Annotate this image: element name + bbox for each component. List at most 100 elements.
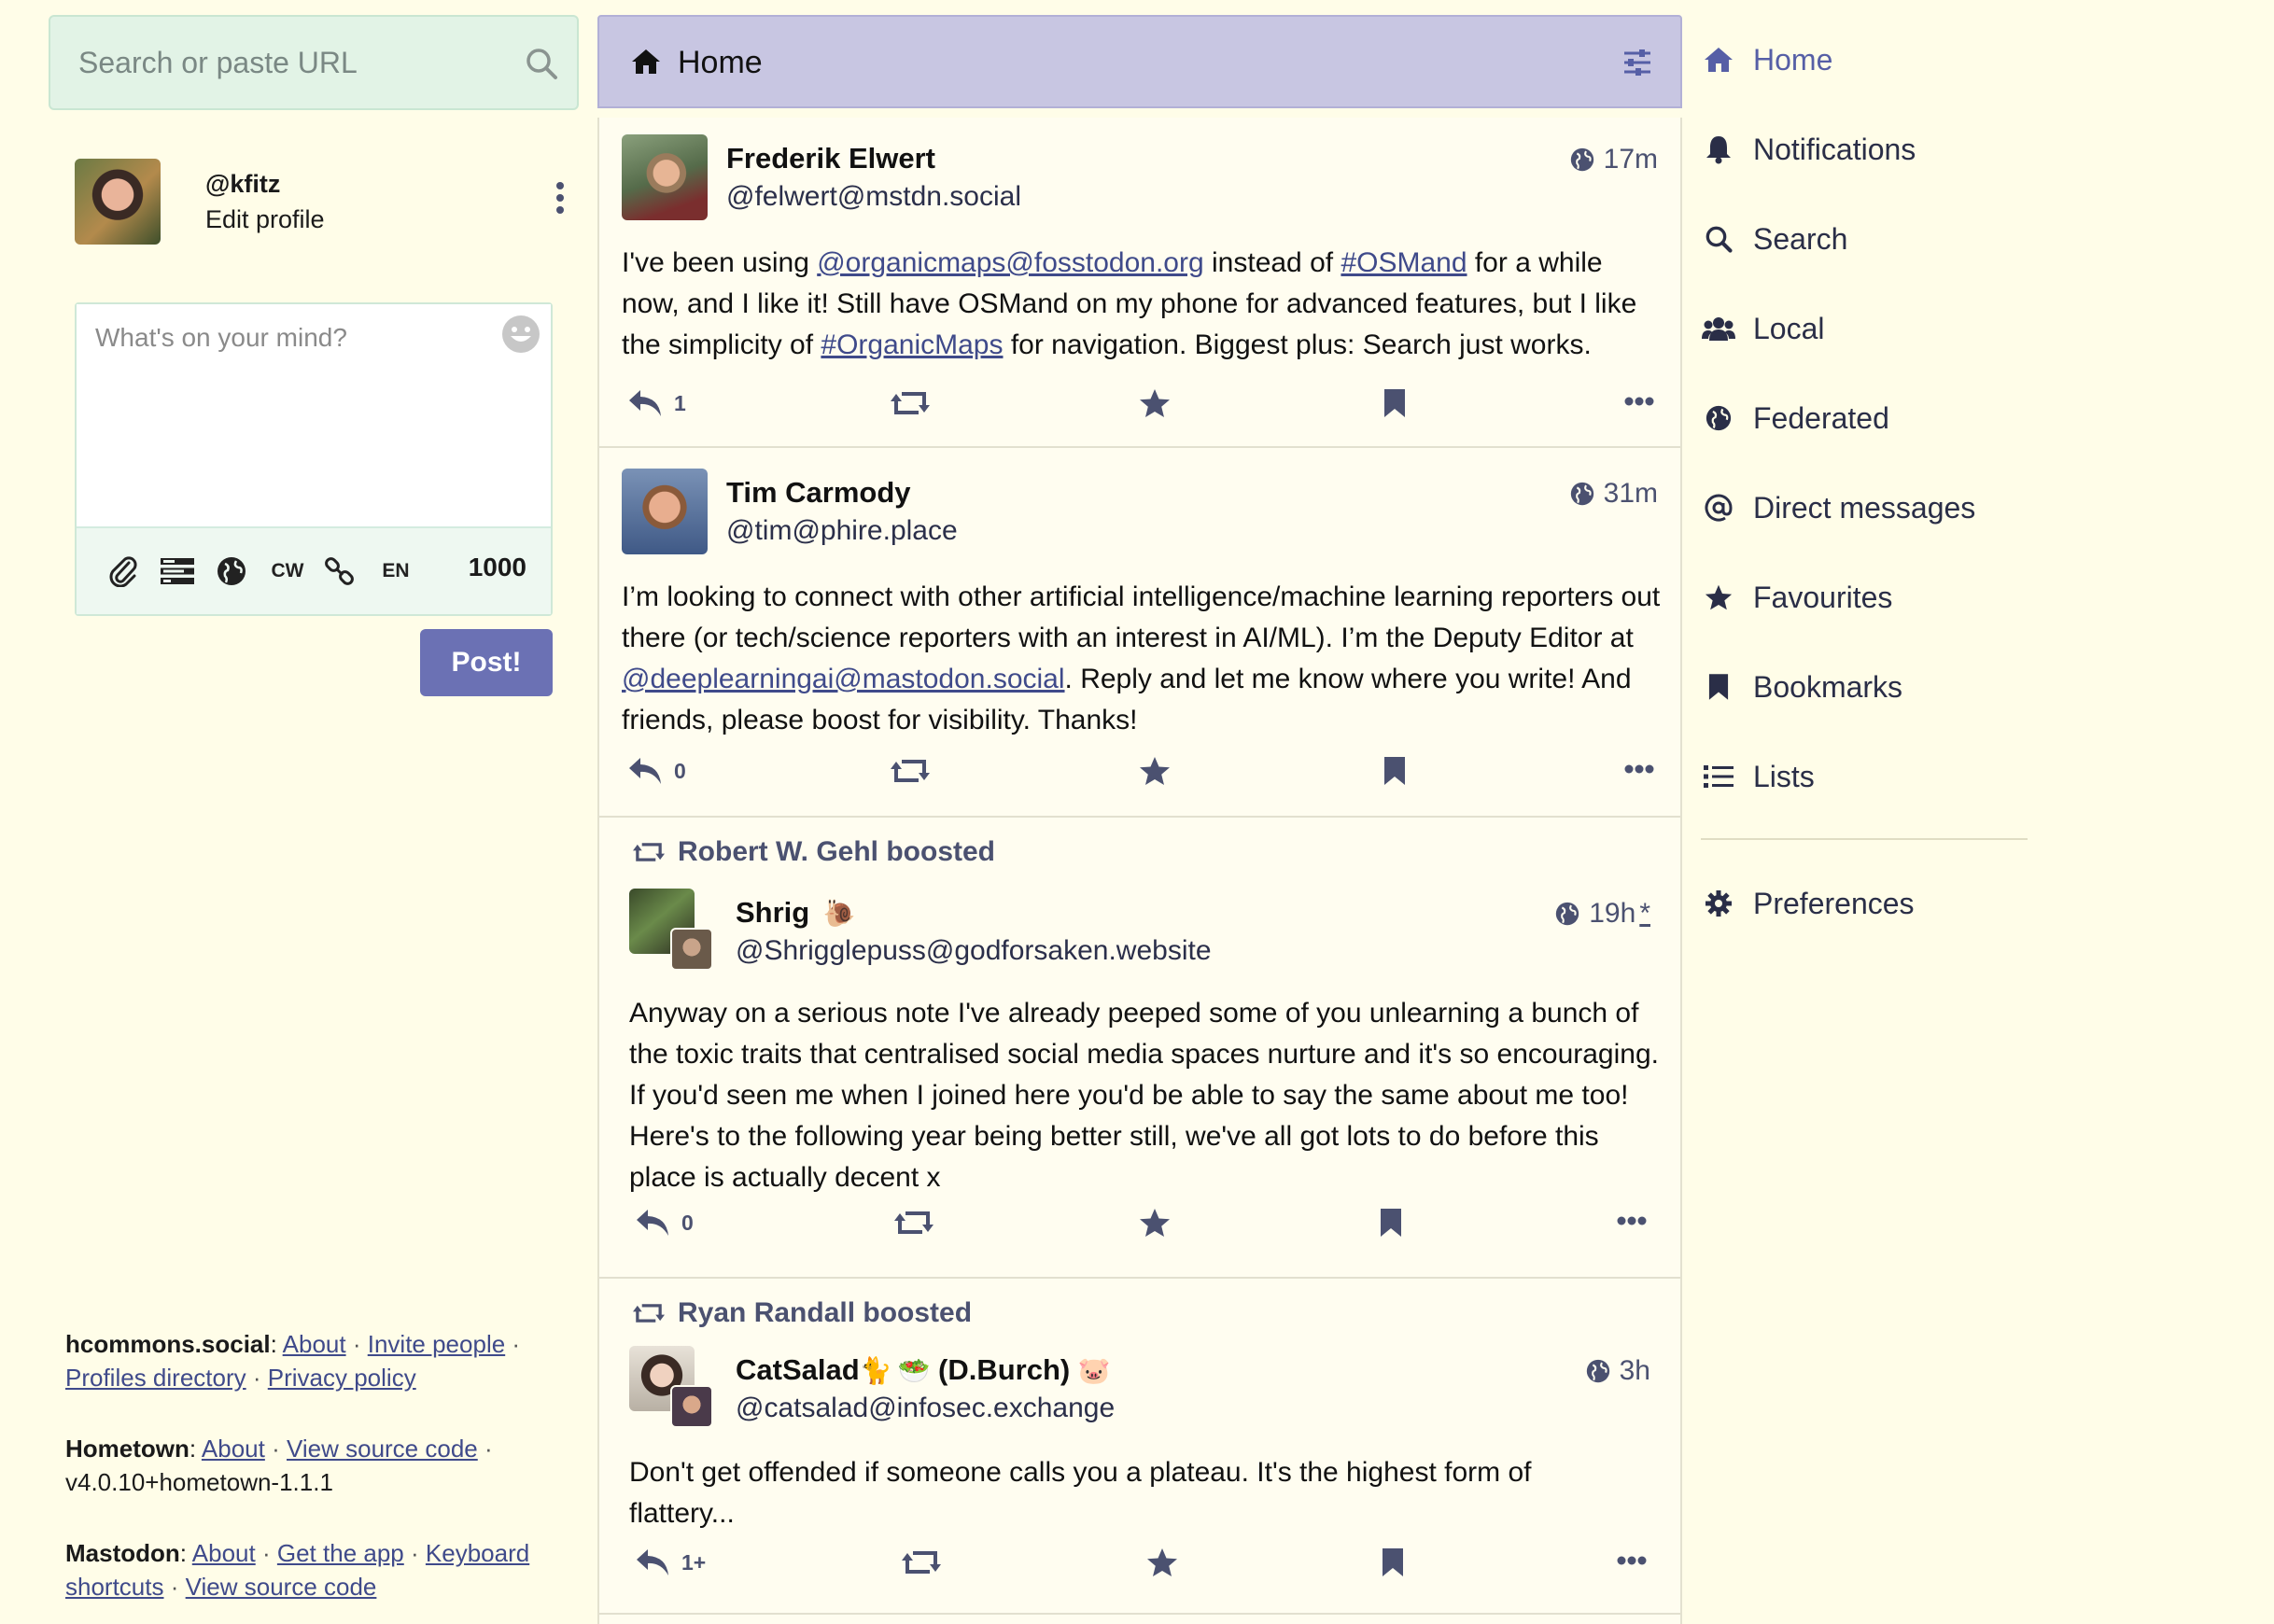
status-item[interactable]: Robert W. Gehl boosted Shrig 🐌 @Shriggle… [599, 818, 1680, 1279]
post-button[interactable]: Post! [420, 629, 553, 696]
nav-item-lists[interactable]: Lists [1701, 749, 2112, 805]
bookmark-button[interactable] [1383, 756, 1406, 786]
favourite-button[interactable] [1139, 388, 1171, 418]
boosted-by[interactable]: Robert W. Gehl boosted [633, 836, 995, 868]
nav-item-favourites[interactable]: Favourites [1701, 569, 2112, 625]
status-time[interactable]: 3h [1586, 1355, 1650, 1387]
bookmark-icon [1382, 1547, 1404, 1577]
globe-icon[interactable] [215, 554, 248, 588]
status-actions: 1+ [635, 1547, 1652, 1589]
footer-hometown-source-link[interactable]: View source code [287, 1435, 478, 1463]
bookmark-button[interactable] [1382, 1547, 1404, 1577]
hashtag-link[interactable]: #OrganicMaps [821, 329, 1003, 360]
nav-item-home[interactable]: Home [1701, 32, 2112, 88]
footer-about-link[interactable]: About [283, 1330, 346, 1358]
boosted-by[interactable]: Ryan Randall boosted [633, 1297, 972, 1329]
star-icon [1701, 583, 1736, 611]
nav-label: Favourites [1753, 580, 1893, 614]
bookmark-button[interactable] [1383, 388, 1406, 418]
edit-profile-link[interactable]: Edit profile [205, 205, 325, 234]
link-icon[interactable] [321, 554, 358, 588]
boost-button[interactable] [902, 1547, 941, 1577]
reply-button[interactable]: 0 [627, 756, 686, 786]
nav-label: Local [1753, 311, 1825, 345]
sliders-icon[interactable] [1622, 49, 1652, 77]
content-warning-button[interactable]: CW [267, 554, 308, 588]
gear-icon [1701, 889, 1736, 917]
display-name[interactable]: Shrig 🐌 [736, 896, 856, 930]
footer-mastodon-about-link[interactable]: About [192, 1539, 256, 1567]
status-item[interactable]: Frederik Elwert @felwert@mstdn.social 17… [599, 134, 1680, 448]
status-item[interactable]: Ryan Randall boosted CatSalad🐈 🥗 (D.Burch… [599, 1279, 1680, 1615]
nav-item-federated[interactable]: Federated [1701, 390, 2112, 446]
display-name[interactable]: Tim Carmody [726, 476, 911, 510]
display-name[interactable]: CatSalad🐈 🥗 (D.Burch) 🐷 [736, 1353, 1111, 1387]
status-content: Anyway on a serious note I've already pe… [629, 993, 1660, 1198]
language-button[interactable]: EN [375, 554, 416, 588]
reply-button[interactable]: 1+ [635, 1547, 706, 1577]
account-handle[interactable]: @catsalad@infosec.exchange [736, 1393, 1115, 1424]
poll-icon[interactable] [159, 554, 196, 588]
nav-item-notifications[interactable]: Notifications [1701, 121, 2112, 177]
account-handle[interactable]: @tim@phire.place [726, 515, 958, 547]
avatar[interactable] [622, 469, 708, 554]
booster-avatar[interactable] [670, 928, 713, 971]
footer-invite-link[interactable]: Invite people [368, 1330, 505, 1358]
mention-link[interactable]: @deeplearningai@mastodon.social [622, 664, 1065, 694]
more-options-button[interactable] [1617, 1555, 1647, 1566]
compose-textarea[interactable] [77, 304, 551, 506]
boost-button[interactable] [891, 388, 930, 418]
favourite-button[interactable] [1146, 1547, 1178, 1577]
status-time[interactable]: 31m [1570, 478, 1658, 510]
star-icon [1139, 756, 1171, 786]
footer-profiles-link[interactable]: Profiles directory [65, 1364, 246, 1392]
nav-item-search[interactable]: Search [1701, 211, 2112, 267]
more-vertical-icon[interactable] [554, 181, 566, 215]
reply-button[interactable]: 1 [627, 388, 686, 418]
footer-get-app-link[interactable]: Get the app [277, 1539, 404, 1567]
boost-button[interactable] [891, 756, 930, 786]
nav-item-preferences[interactable]: Preferences [1701, 875, 2112, 931]
status-time[interactable]: 17m [1570, 144, 1658, 175]
bookmark-button[interactable] [1380, 1208, 1402, 1238]
retweet-icon [891, 756, 930, 786]
footer-hometown-about-link[interactable]: About [202, 1435, 265, 1463]
avatar[interactable] [75, 159, 161, 245]
account-handle[interactable]: @Shrigglepuss@godforsaken.website [736, 935, 1212, 967]
account-handle[interactable]: @felwert@mstdn.social [726, 181, 1021, 213]
more-options-button[interactable] [1624, 396, 1654, 407]
footer-privacy-link[interactable]: Privacy policy [268, 1364, 416, 1392]
status-time[interactable]: 19h * [1555, 898, 1650, 930]
emoji-picker-icon[interactable] [500, 314, 541, 355]
footer-shortcuts-link[interactable]: Keyboard [426, 1539, 529, 1567]
boosted-by-text: Robert W. Gehl boosted [678, 836, 996, 867]
favourite-button[interactable] [1139, 1208, 1171, 1238]
search-input[interactable] [50, 17, 498, 108]
more-options-button[interactable] [1617, 1215, 1647, 1226]
nav-item-direct-messages[interactable]: Direct messages [1701, 480, 2112, 536]
boost-button[interactable] [894, 1208, 933, 1238]
reply-button[interactable]: 0 [635, 1208, 694, 1238]
search-icon[interactable] [525, 47, 558, 80]
account-handle[interactable]: @kfitz [205, 170, 280, 199]
hashtag-link[interactable]: #OSMand [1341, 247, 1467, 278]
more-options-button[interactable] [1624, 763, 1654, 775]
booster-avatar[interactable] [670, 1385, 713, 1428]
nav-label: Direct messages [1753, 490, 1976, 525]
edited-marker[interactable]: * [1639, 898, 1650, 930]
display-name[interactable]: Frederik Elwert [726, 142, 935, 175]
status-item[interactable]: Tim Carmody @tim@phire.place 31m I’m loo… [599, 448, 1680, 818]
column-header[interactable]: Home [597, 15, 1682, 108]
avatar[interactable] [622, 134, 708, 220]
footer-mastodon-source-link[interactable]: View source code [186, 1573, 377, 1601]
footer-instance-name: hcommons.social [65, 1330, 271, 1358]
nav-item-local[interactable]: Local [1701, 301, 2112, 357]
paperclip-icon[interactable] [106, 554, 140, 588]
footer-mastodon-name: Mastodon [65, 1539, 180, 1567]
retweet-icon [633, 1301, 665, 1325]
footer-shortcuts-link-2[interactable]: shortcuts [65, 1573, 164, 1601]
favourite-button[interactable] [1139, 756, 1171, 786]
nav-item-bookmarks[interactable]: Bookmarks [1701, 659, 2112, 715]
snail-emoji: 🐌 [822, 899, 856, 928]
mention-link[interactable]: @organicmaps@fosstodon.org [817, 247, 1203, 278]
